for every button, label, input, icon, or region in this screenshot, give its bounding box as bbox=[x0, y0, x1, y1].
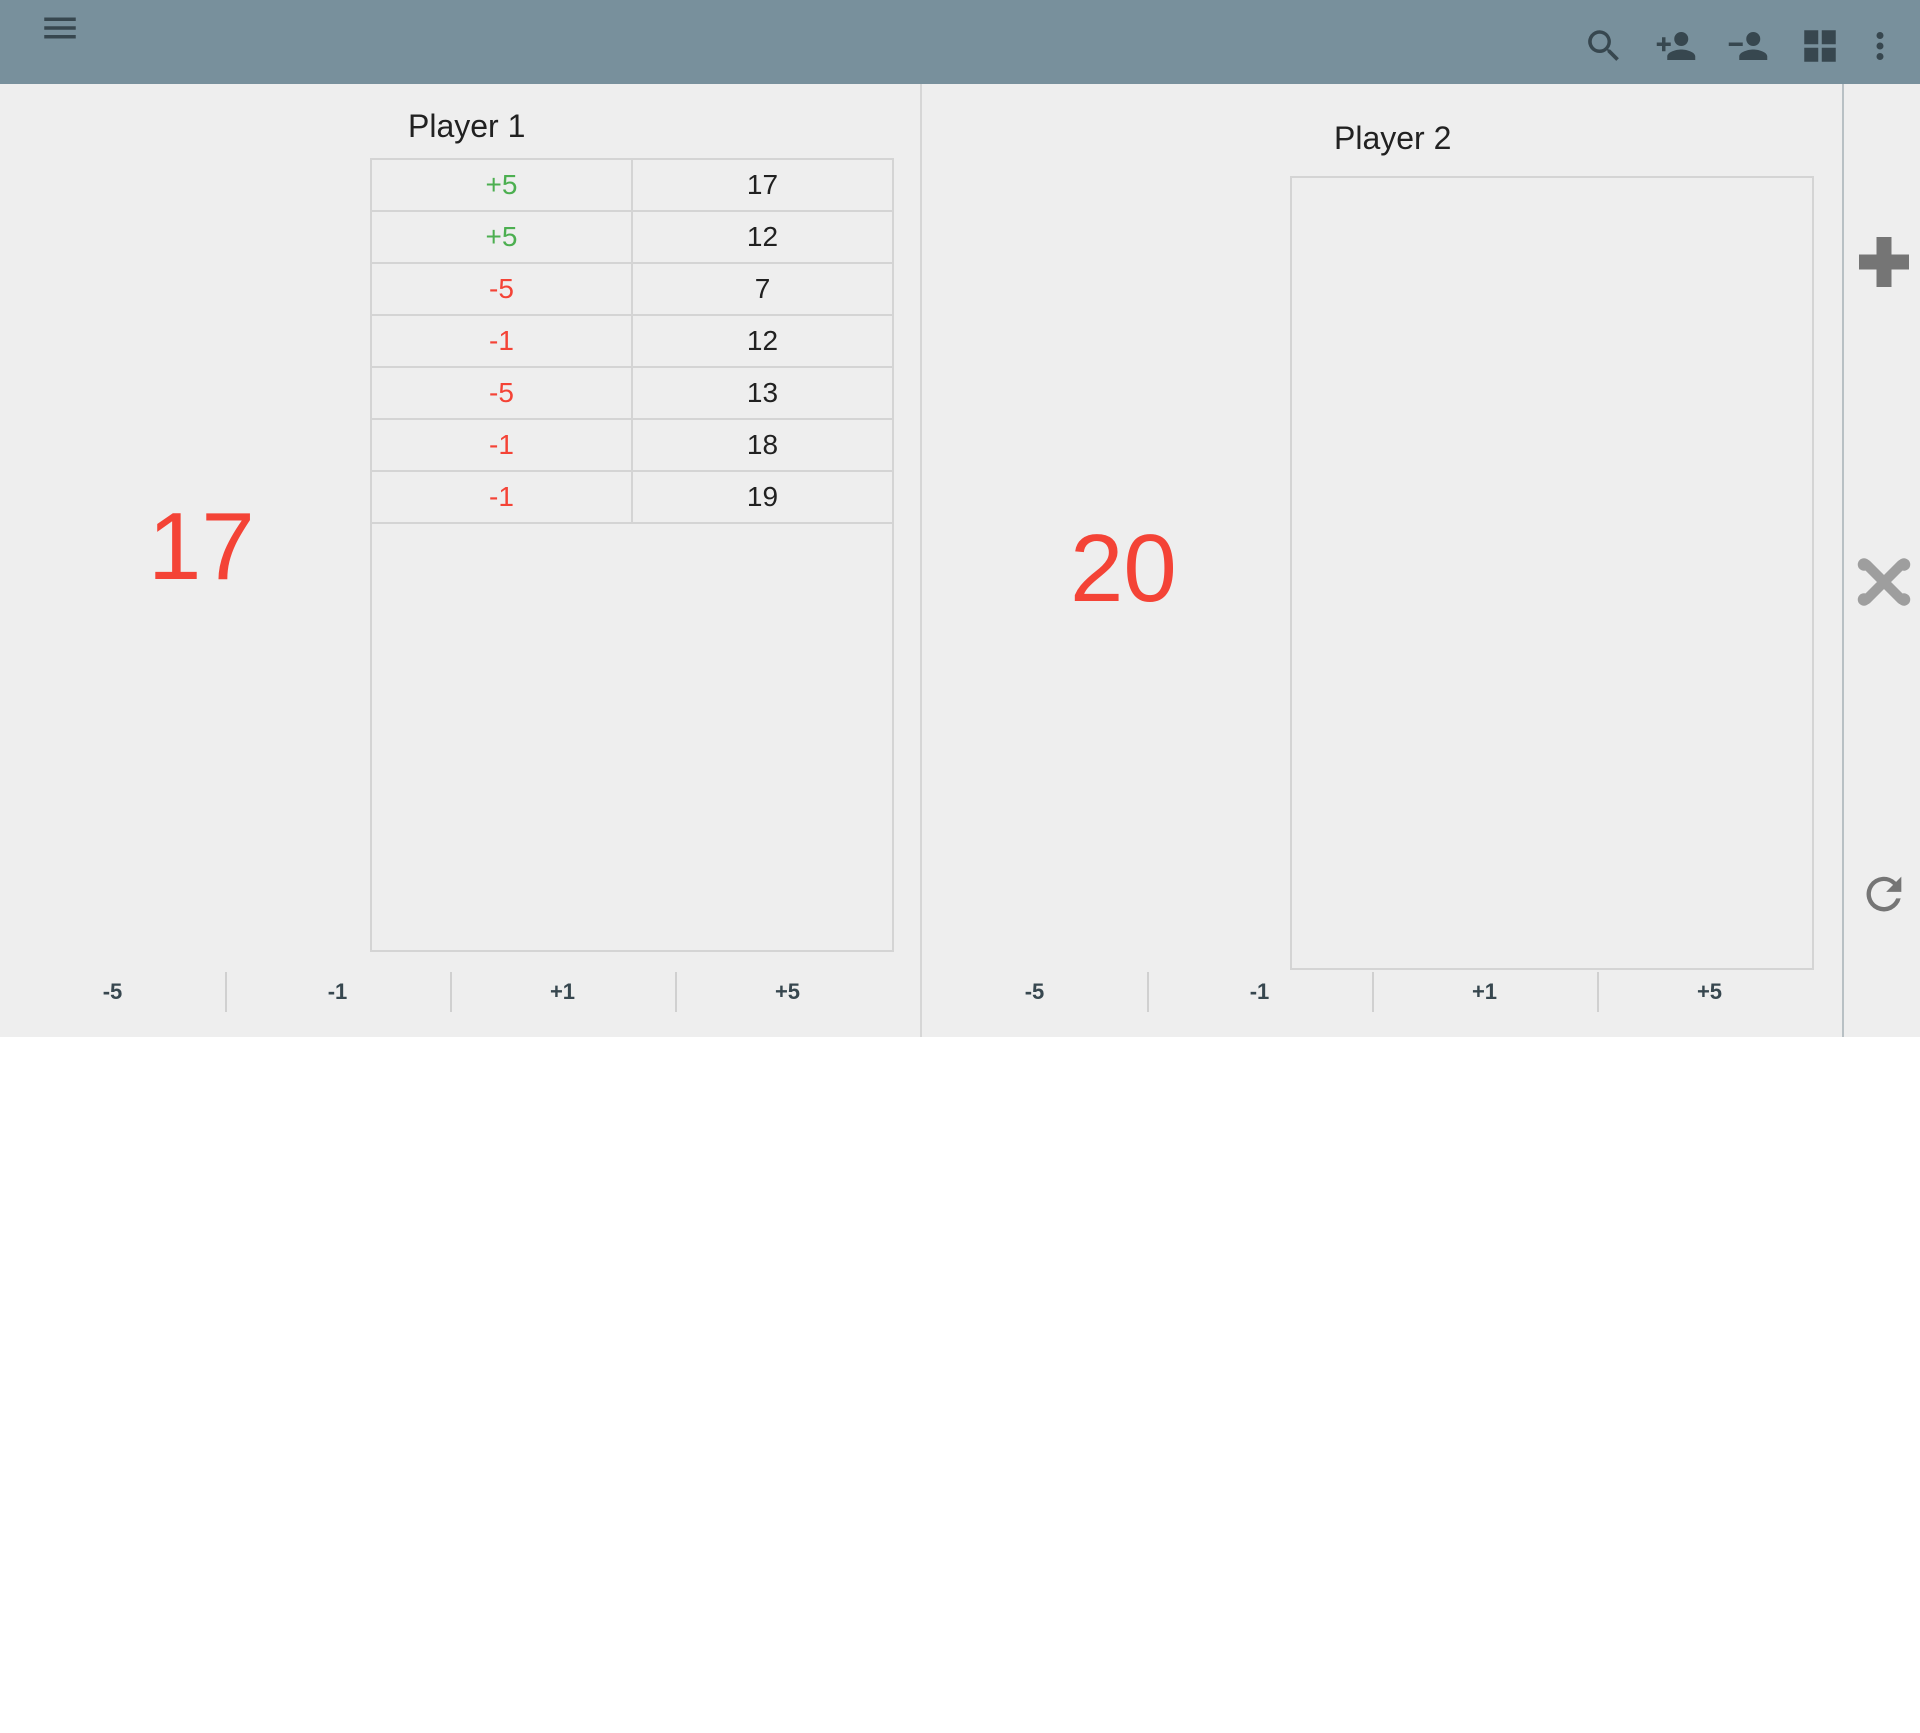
history-delta: -5 bbox=[372, 264, 633, 314]
layout-button[interactable] bbox=[1792, 18, 1848, 74]
search-button[interactable] bbox=[1576, 18, 1632, 74]
grid-layout-icon bbox=[1804, 30, 1836, 62]
history-total: 13 bbox=[746, 377, 779, 408]
minus-1-button[interactable]: -1 bbox=[225, 962, 450, 1022]
side-rail bbox=[1844, 84, 1920, 1037]
life-counter-screen: Player 1 17 +5 17 +5 12 -5 7 -1 12 -5 13 -1 18 -1 19 … bbox=[0, 0, 1920, 1037]
history-delta: -1 bbox=[372, 420, 633, 470]
history-total: 18 bbox=[746, 429, 779, 460]
life-total[interactable]: 20 bbox=[1070, 514, 1177, 624]
overflow-menu-button[interactable] bbox=[1856, 18, 1904, 74]
remove-player-icon bbox=[1728, 32, 1768, 60]
history-delta: -5 bbox=[372, 368, 633, 418]
search-icon bbox=[1588, 30, 1619, 61]
minus-5-button[interactable]: -5 bbox=[922, 962, 1147, 1022]
reset-button[interactable] bbox=[1854, 864, 1914, 924]
add-player-button[interactable] bbox=[1648, 18, 1704, 74]
plus-1-button[interactable]: +1 bbox=[1372, 962, 1597, 1022]
app-bar bbox=[0, 0, 1920, 84]
history-total: 19 bbox=[746, 481, 779, 512]
history-row: -1 19 bbox=[372, 472, 892, 524]
menu-button[interactable] bbox=[32, 0, 88, 56]
history-delta: -1 bbox=[372, 472, 633, 522]
history-row: -5 7 bbox=[372, 264, 892, 316]
remove-player-button[interactable] bbox=[1720, 18, 1776, 74]
add-icon bbox=[1859, 237, 1909, 287]
player-name[interactable]: Player 1 bbox=[408, 108, 525, 145]
life-history-table bbox=[1290, 176, 1814, 970]
history-row: +5 17 bbox=[372, 160, 892, 212]
plus-5-button[interactable]: +5 bbox=[1597, 962, 1822, 1022]
dice-button[interactable] bbox=[1854, 552, 1914, 612]
add-player-icon bbox=[1656, 32, 1696, 60]
plus-5-button[interactable]: +5 bbox=[675, 962, 900, 1022]
player-2-panel: Player 2 20 -5 -1 +1 +5 bbox=[922, 84, 1844, 1037]
history-total: 17 bbox=[746, 169, 779, 200]
more-vert-icon bbox=[1876, 32, 1884, 60]
player-name[interactable]: Player 2 bbox=[1334, 120, 1451, 157]
plus-1-button[interactable]: +1 bbox=[450, 962, 675, 1022]
add-counter-button[interactable] bbox=[1854, 232, 1914, 292]
history-total: 12 bbox=[746, 221, 779, 252]
history-delta: -1 bbox=[372, 316, 633, 366]
history-row: -1 18 bbox=[372, 420, 892, 472]
life-history-table: +5 17 +5 12 -5 7 -1 12 -5 13 -1 18 -1 19 bbox=[370, 158, 894, 952]
reset-icon bbox=[1866, 876, 1902, 912]
adjust-buttons: -5 -1 +1 +5 bbox=[922, 962, 1822, 1022]
history-total: 12 bbox=[746, 325, 779, 356]
history-row: -5 13 bbox=[372, 368, 892, 420]
history-total: 7 bbox=[754, 273, 771, 304]
minus-5-button[interactable]: -5 bbox=[0, 962, 225, 1022]
life-total[interactable]: 17 bbox=[148, 492, 255, 602]
dice-icon bbox=[1857, 558, 1911, 606]
menu-icon bbox=[44, 17, 76, 39]
history-row: -1 12 bbox=[372, 316, 892, 368]
player-1-panel: Player 1 17 +5 17 +5 12 -5 7 -1 12 -5 13 -1 18 -1 19 … bbox=[0, 84, 922, 1037]
history-delta: +5 bbox=[372, 160, 633, 210]
history-delta: +5 bbox=[372, 212, 633, 262]
history-row: +5 12 bbox=[372, 212, 892, 264]
minus-1-button[interactable]: -1 bbox=[1147, 962, 1372, 1022]
adjust-buttons: -5 -1 +1 +5 bbox=[0, 962, 900, 1022]
